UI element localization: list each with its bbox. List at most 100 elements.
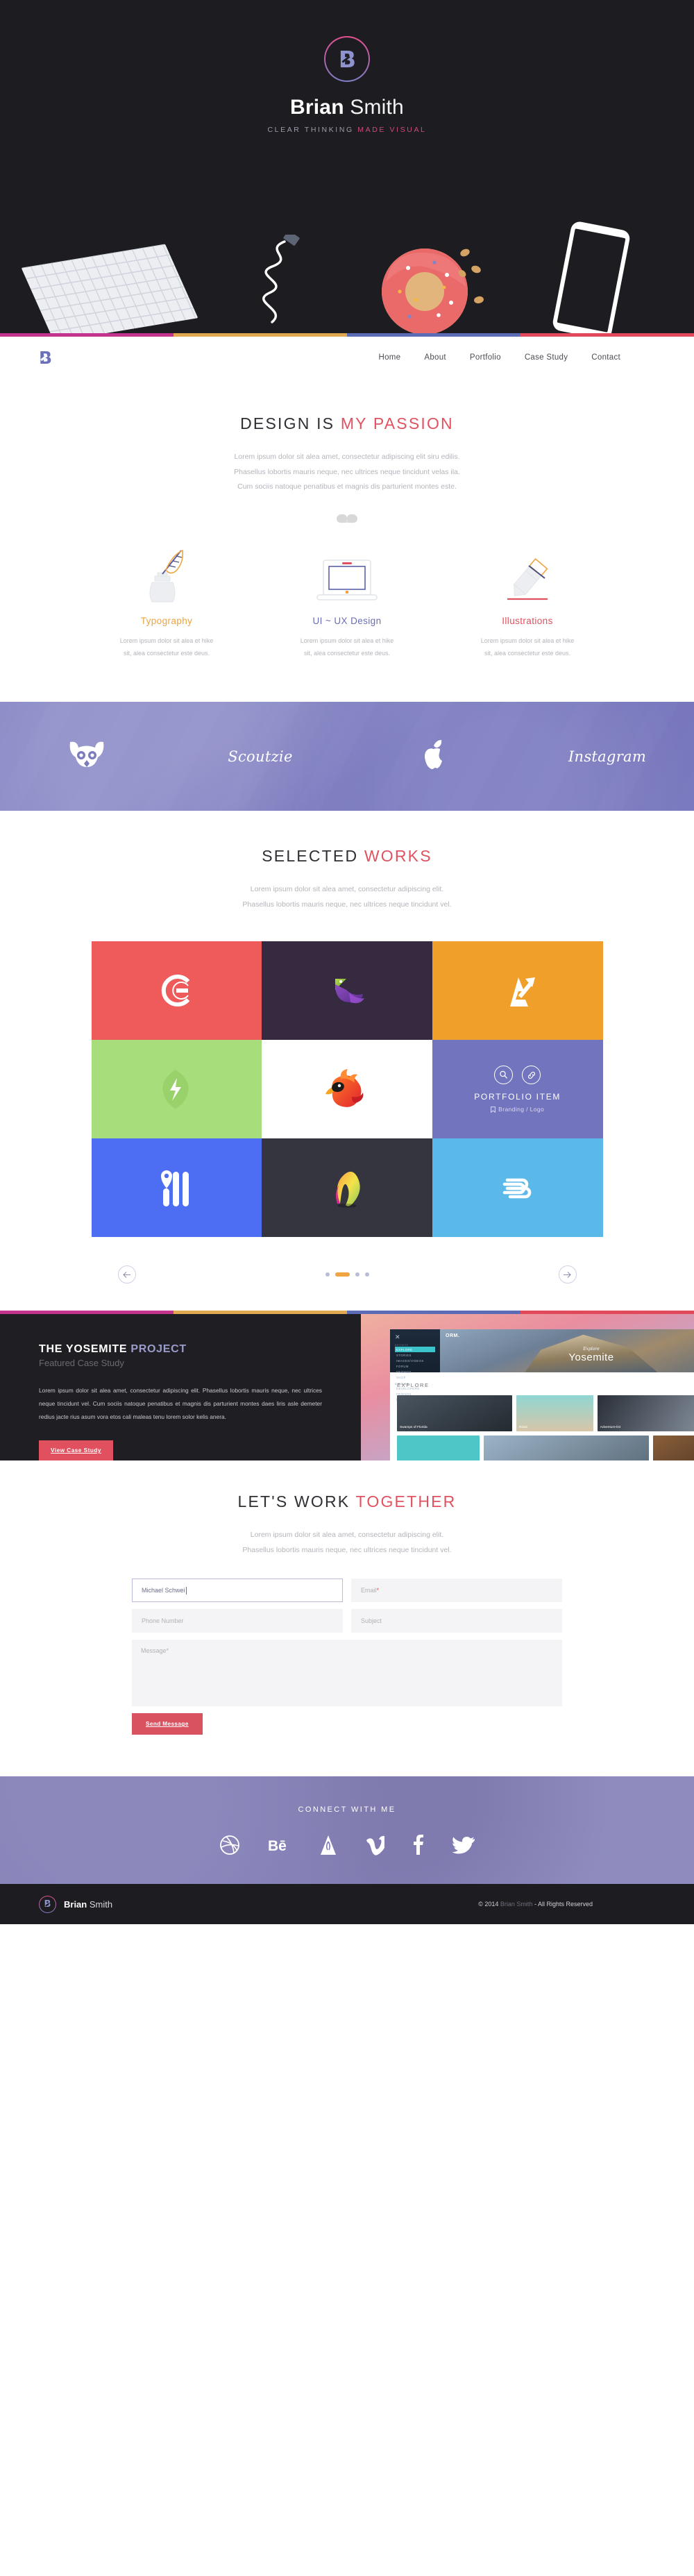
portfolio-tile-letter-c[interactable] <box>91 941 262 1041</box>
hero-name: Brian Smith <box>0 96 694 119</box>
mockup-card[interactable]: Adventure-list <box>597 1395 694 1432</box>
nav-item-contact[interactable]: Contact <box>591 353 620 362</box>
vimeo-icon[interactable] <box>365 1835 387 1859</box>
portfolio-tile-hover-overlay[interactable]: PORTFOLIO ITEM Branding / Logo <box>432 1040 603 1139</box>
works-section: SELECTED WORKS Lorem ipsum dolor sit ale… <box>0 811 694 1291</box>
portfolio-tile-cardinal[interactable] <box>262 1040 432 1139</box>
mockup-card[interactable] <box>484 1436 649 1461</box>
carousel-next-button[interactable] <box>558 1265 577 1284</box>
hero-section: B Brian Smith CLEAR THINKING MADE VISUAL <box>0 0 694 333</box>
email-input[interactable]: Email * <box>351 1579 562 1603</box>
case-study-body: Lorem ipsum dolor sit alea amet, consect… <box>39 1387 322 1421</box>
about-title-plain: DESIGN IS <box>240 414 341 432</box>
service-ui-ux[interactable]: UI ~ UX Design Lorem ipsum dolor sit ale… <box>257 542 437 661</box>
mockup-card[interactable] <box>653 1436 694 1461</box>
apple-logo-icon <box>425 740 442 770</box>
red-cardinal-logo <box>325 1069 364 1108</box>
subject-input[interactable]: Subject <box>351 1609 562 1633</box>
about-line-1: Lorem ipsum dolor sit alea amet, consect… <box>234 453 460 461</box>
mockup-nav-images-videos[interactable]: IMAGES/VIDEOS <box>395 1358 435 1363</box>
keyboard-illustration <box>21 244 198 333</box>
carousel-dot-3[interactable] <box>355 1272 359 1277</box>
name-input[interactable]: Michael Schwei <box>132 1579 343 1603</box>
case-title-plain: THE YOSEMITE <box>39 1343 131 1356</box>
mockup-hero-title: Yosemite <box>568 1352 614 1364</box>
scoutzie-logo: Scoutzie <box>228 748 293 765</box>
service-desc-line-2: sit, alea consectetur este deus. <box>484 650 571 657</box>
phone-input[interactable]: Phone Number <box>132 1609 343 1633</box>
about-paragraph: Lorem ipsum dolor sit alea amet, consect… <box>167 450 527 495</box>
carousel-dot-4[interactable] <box>364 1272 369 1277</box>
service-typography[interactable]: Typography Lorem ipsum dolor sit alea et… <box>76 542 257 661</box>
works-subtitle: Lorem ipsum dolor sit alea amet, consect… <box>167 882 527 912</box>
client-apple[interactable] <box>347 739 520 773</box>
client-scoutzie[interactable]: Scoutzie <box>174 748 347 765</box>
mockup-card[interactable] <box>397 1436 480 1461</box>
portfolio-tile-letter-a-arrow[interactable] <box>432 941 603 1041</box>
works-title-accent: WORKS <box>364 847 432 866</box>
service-desc-line-1: Lorem ipsum dolor sit alea et hike <box>480 637 575 644</box>
case-study-mockup: ✕ BROWSE EXPLORE STORIES IMAGES/VIDEOS F… <box>361 1314 694 1461</box>
carousel-dot-2-active[interactable] <box>335 1272 350 1277</box>
forrst-icon[interactable] <box>319 1835 337 1859</box>
mockup-card-title: Road <box>519 1426 527 1430</box>
client-instagram[interactable]: Instagram <box>520 748 694 765</box>
nav-links: Home About Portfolio Case Study Contact <box>378 353 655 362</box>
mockup-nav-forum[interactable]: FORUM <box>395 1363 435 1369</box>
hero-illustrations <box>0 215 694 333</box>
portfolio-tile-purple-bird[interactable] <box>262 941 432 1041</box>
footer-logo[interactable]: B <box>39 1896 56 1913</box>
nav-item-about[interactable]: About <box>424 353 446 362</box>
mockup-nav-stories[interactable]: STORIES <box>395 1352 435 1358</box>
mockup-card[interactable]: Road <box>516 1395 593 1432</box>
service-illustrations[interactable]: Illustrations Lorem ipsum dolor sit alea… <box>437 542 618 661</box>
works-title: SELECTED WORKS <box>0 847 694 866</box>
behance-icon[interactable]: Bē <box>268 1835 291 1859</box>
portfolio-overlay: PORTFOLIO ITEM Branding / Logo <box>432 1066 603 1113</box>
message-textarea[interactable]: Message* <box>132 1640 562 1707</box>
text-caret <box>185 1586 187 1594</box>
mockup-card[interactable]: Swamps of Florida <box>397 1395 513 1432</box>
main-navigation: B Home About Portfolio Case Study Contac… <box>0 337 694 378</box>
mockup-nav-explore[interactable]: EXPLORE <box>395 1347 435 1353</box>
portfolio-tile-pin-stripes[interactable] <box>91 1138 262 1238</box>
nav-item-case-study[interactable]: Case Study <box>525 353 568 362</box>
portfolio-tile-gradient-loop[interactable] <box>262 1138 432 1238</box>
nav-item-portfolio[interactable]: Portfolio <box>470 353 501 362</box>
service-desc: Lorem ipsum dolor sit alea et hike sit, … <box>92 634 242 661</box>
hero-tagline-part2: MADE VISUAL <box>357 126 427 134</box>
view-case-study-button[interactable]: View Case Study <box>39 1440 113 1461</box>
client-owl[interactable] <box>0 739 174 773</box>
letter-a-arrow-logo <box>509 977 535 1007</box>
hero-name-last: Smith <box>344 96 404 119</box>
send-message-button[interactable]: Send Message <box>132 1713 203 1735</box>
twitter-icon[interactable] <box>452 1835 475 1859</box>
about-line-2: Phasellus lobortis mauris neque, nec ult… <box>234 467 460 476</box>
carousel-dots <box>325 1272 369 1277</box>
magnifier-icon[interactable] <box>494 1066 514 1085</box>
dribbble-icon[interactable] <box>219 1835 240 1859</box>
brand-logo[interactable]: B <box>324 36 370 82</box>
email-placeholder: Email <box>361 1587 377 1594</box>
portfolio-grid: PORTFOLIO ITEM Branding / Logo <box>91 941 603 1238</box>
form-row-2: Phone Number Subject <box>132 1609 562 1633</box>
contact-section: LET'S WORK TOGETHER Lorem ipsum dolor si… <box>0 1460 694 1776</box>
footer-name-first: Brian <box>64 1899 87 1910</box>
mockup-nav-friends[interactable]: FRIENDS <box>395 1369 435 1374</box>
leaf-bolt-logo <box>162 1070 189 1109</box>
carousel-prev-button[interactable] <box>117 1265 136 1284</box>
copyright-post: - All Rights Reserved <box>532 1901 593 1908</box>
facebook-icon[interactable] <box>412 1835 425 1859</box>
link-icon[interactable] <box>522 1066 541 1085</box>
portfolio-tile-leaf-bolt[interactable] <box>91 1040 262 1139</box>
hero-tagline: CLEAR THINKING MADE VISUAL <box>0 126 694 134</box>
marker-pen-icon <box>452 542 602 605</box>
portfolio-overlay-meta: Branding / Logo <box>432 1106 603 1113</box>
nav-item-home[interactable]: Home <box>378 353 400 362</box>
close-icon[interactable]: ✕ <box>395 1333 435 1341</box>
carousel-dot-1[interactable] <box>325 1272 330 1277</box>
form-row-1: Michael Schwei Email * <box>132 1579 562 1603</box>
iphone-illustration <box>551 220 632 333</box>
nav-logo[interactable]: B <box>39 349 52 367</box>
portfolio-tile-woven-lines[interactable] <box>432 1138 603 1238</box>
